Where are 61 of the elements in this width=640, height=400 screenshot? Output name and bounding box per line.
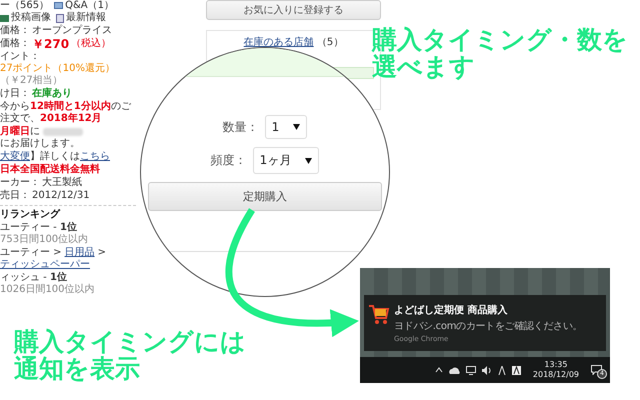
message-icon[interactable] [591, 365, 602, 375]
ranking-text: ユーティー > [0, 247, 62, 259]
cart-icon [368, 303, 390, 325]
spec-value: 大王製紙 [42, 177, 82, 189]
meta-link[interactable]: 最新情報 [66, 12, 106, 24]
price-value: ￥270 [32, 38, 70, 50]
points-note: （￥27相当） [0, 75, 63, 87]
ranking-note: 753日間100位以内 [0, 234, 88, 246]
store-link[interactable]: 在庫のある店舗 [244, 37, 314, 48]
detail-label: 価格： [0, 38, 30, 50]
monitor-icon[interactable] [466, 366, 476, 374]
chat-icon [54, 2, 64, 10]
field-label: 数量： [222, 118, 259, 136]
caret-icon [305, 158, 312, 164]
favorite-button[interactable]: お気に入りに登録する [206, 0, 381, 20]
tax-note: （税込） [71, 38, 112, 50]
delivery-note: 今から12時間と1分以内のご注文で、2018年12月 [0, 101, 132, 125]
meta-link[interactable]: 投稿画像 [11, 12, 51, 24]
document-icon [56, 14, 64, 22]
category-link[interactable]: ティッシュペーパー [0, 259, 90, 271]
ranking-text: ユーティー - 1位 [0, 222, 77, 234]
spec-label: 売日： [0, 190, 30, 202]
clock-time: 13:35 [544, 360, 568, 370]
caption-text: 購入タイミング・数を選べます [372, 26, 629, 80]
meta-link[interactable]: Q&A（1） [65, 0, 114, 12]
caption-text: 購入タイミングには通知を表示 [14, 328, 247, 382]
detail-value: オープンプライス [32, 25, 112, 37]
app-icon[interactable] [512, 366, 521, 374]
info-link[interactable]: 大変便 [0, 151, 30, 162]
ranking-note: 1026日間100位以内 [0, 284, 95, 296]
ranking-text: ィッシュ - 1位 [0, 272, 67, 284]
ranking-text: > [98, 247, 106, 259]
delivery-day: 月曜日に [0, 126, 40, 138]
clock-date: 2018/12/09 [532, 370, 579, 380]
info-link[interactable]: こちら [80, 151, 110, 162]
notification-message: ヨドバシ.comのカートをご確認ください。 [394, 320, 582, 333]
dropdown[interactable]: 1 [264, 115, 308, 139]
ranking-title: リランキング [0, 209, 62, 221]
blurred-text [43, 128, 83, 136]
speaker-icon[interactable] [482, 366, 492, 374]
free-shipping-text: 日本全国配送料金無料 [0, 164, 101, 176]
category-link[interactable]: 日用品 [64, 247, 95, 259]
delivery-suffix: にお届けします。 [0, 138, 80, 150]
stock-status: 在庫あり [32, 88, 72, 100]
caret-icon [293, 124, 300, 130]
field-label: 頻度： [210, 152, 247, 169]
dropdown[interactable]: 1ヶ月 [252, 147, 320, 174]
spec-label: ーカー： [0, 177, 40, 189]
chevron-icon[interactable] [434, 367, 443, 373]
review-count: ー（565） [0, 0, 50, 12]
points-value: 27ポイント（10%還元） [0, 63, 115, 74]
detail-label: 価格： [0, 25, 30, 37]
notification-title: よどばし定期便 商品購入 [394, 303, 508, 317]
image-icon [0, 14, 9, 22]
info-text: 】詳しくは [30, 151, 80, 162]
detail-label: け日： [0, 88, 30, 100]
detail-label: イント： [0, 51, 40, 63]
cloud-icon[interactable] [448, 366, 460, 374]
subscribe-button[interactable]: 定期購入 [148, 182, 382, 211]
spec-value: 2012/12/31 [32, 190, 90, 202]
store-count: （5） [316, 37, 344, 48]
